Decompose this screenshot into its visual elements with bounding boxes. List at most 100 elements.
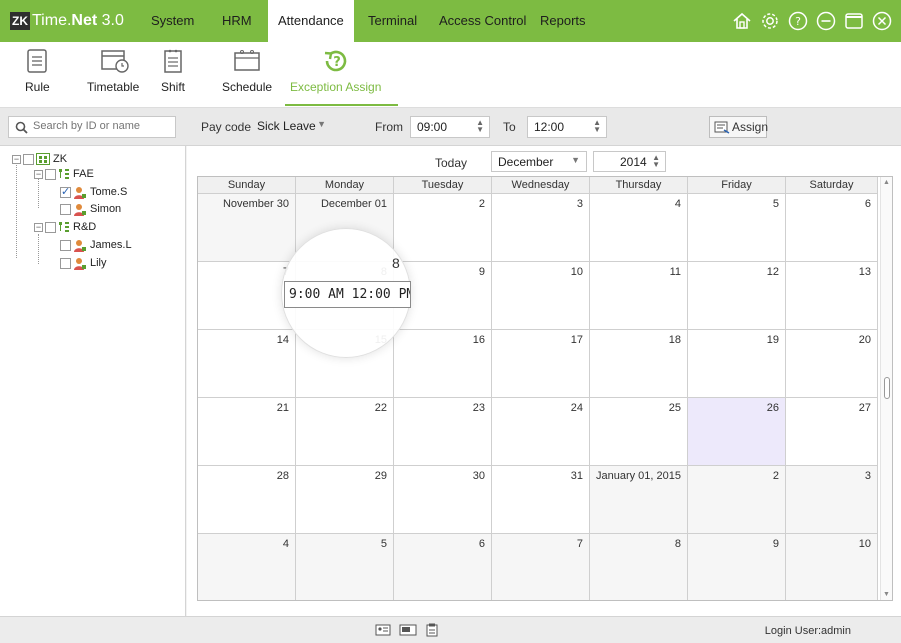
schedule-button[interactable]: Schedule [222, 48, 272, 94]
from-spinner-icon[interactable]: ▲ ▼ [476, 119, 484, 134]
tree-checkbox[interactable] [45, 168, 56, 180]
calendar-day-cell[interactable]: November 30 [198, 194, 296, 262]
assign-button[interactable]: Assign [709, 116, 768, 138]
menu-system[interactable]: System [141, 0, 204, 42]
tree-checkbox-checked[interactable] [60, 185, 71, 198]
calendar-day-cell[interactable]: 29 [296, 466, 394, 534]
calendar-day-cell[interactable]: 4 [198, 534, 296, 600]
calendar-day-cell[interactable]: 4 [590, 194, 688, 262]
calendar-day-cell[interactable]: 6 [786, 194, 878, 262]
scroll-down-icon[interactable]: ▼ [883, 591, 890, 598]
toolbar: Rule Timetable Shift Schedule ? Exceptio… [0, 42, 901, 108]
calendar-day-cell[interactable]: 7 [492, 534, 590, 600]
calendar-day-cell[interactable]: 23 [394, 398, 492, 466]
calendar-day-cell[interactable]: 9 [688, 534, 786, 600]
paycode-select[interactable]: Sick Leave ▼ [254, 116, 332, 138]
calendar-day-cell[interactable]: 13 [786, 262, 878, 330]
scroll-up-icon[interactable]: ▲ [883, 179, 890, 186]
gear-icon[interactable] [759, 10, 781, 32]
rule-label: Rule [25, 80, 50, 94]
tree-checkbox[interactable] [45, 221, 56, 233]
calendar-day-cell[interactable]: January 01, 2015 [590, 466, 688, 534]
tree-node-fae[interactable]: − FAE [34, 166, 94, 182]
calendar-day-cell[interactable]: 2 [688, 466, 786, 534]
calendar-day-cell[interactable]: 3 [492, 194, 590, 262]
close-icon[interactable] [871, 10, 893, 32]
calendar-day-number: 8 [674, 538, 681, 550]
calendar-scrollbar[interactable]: ▲ ▼ [880, 177, 892, 600]
tree-node-zk[interactable]: − ZK [12, 151, 67, 167]
rule-button[interactable]: Rule [25, 48, 50, 94]
calendar-day-cell[interactable]: 22 [296, 398, 394, 466]
tree-checkbox[interactable] [60, 203, 71, 215]
tree-node-tome-s[interactable]: Tome.S [60, 184, 127, 200]
calendar-day-cell[interactable]: 26 [688, 398, 786, 466]
calendar-day-cell[interactable]: 16 [394, 330, 492, 398]
calendar-day-cell[interactable]: 11 [590, 262, 688, 330]
calendar-day-cell[interactable]: 10 [786, 534, 878, 600]
tree-node-lily[interactable]: Lily [60, 255, 107, 271]
schedule-entry-chip[interactable]: 9:00 AM 12:00 PM [284, 281, 411, 308]
menu-hrm[interactable]: HRM [212, 0, 262, 42]
calendar-day-number: 9 [772, 538, 779, 550]
calendar-day-cell[interactable]: 2 [394, 194, 492, 262]
calendar-day-cell[interactable]: 28 [198, 466, 296, 534]
minimize-icon[interactable] [815, 10, 837, 32]
clipboard-icon[interactable] [425, 623, 439, 637]
to-spinner-icon[interactable]: ▲ ▼ [593, 119, 601, 134]
tree-checkbox[interactable] [60, 257, 71, 269]
collapse-icon[interactable]: − [12, 154, 21, 164]
calendar-day-cell[interactable]: 21 [198, 398, 296, 466]
calendar-day-cell[interactable]: 31 [492, 466, 590, 534]
year-input[interactable]: 2014 ▲ ▼ [593, 151, 666, 172]
calendar-day-cell[interactable]: 20 [786, 330, 878, 398]
calendar-day-cell[interactable]: 25 [590, 398, 688, 466]
calendar-day-cell[interactable]: 30 [394, 466, 492, 534]
year-spinner-icon[interactable]: ▲ ▼ [652, 154, 660, 169]
menu-attendance[interactable]: Attendance [268, 0, 354, 43]
menu-terminal[interactable]: Terminal [358, 0, 427, 42]
day-header: Monday [296, 177, 394, 194]
tree-checkbox[interactable] [60, 239, 71, 251]
calendar-day-cell[interactable]: 10 [492, 262, 590, 330]
search-box[interactable] [8, 116, 176, 138]
calendar-day-cell[interactable]: 24 [492, 398, 590, 466]
tree-label-tome-s: Tome.S [90, 186, 128, 198]
scroll-thumb[interactable] [884, 377, 890, 399]
tree-node-rd[interactable]: − R&D [34, 219, 96, 235]
calendar-day-cell[interactable]: 3 [786, 466, 878, 534]
today-button[interactable]: Today [435, 156, 467, 170]
id-card-icon[interactable] [375, 623, 391, 637]
from-time-input[interactable]: 09:00 ▲ ▼ [410, 116, 490, 138]
shift-icon [164, 49, 182, 73]
calendar-day-cell[interactable]: 19 [688, 330, 786, 398]
shift-button[interactable]: Shift [161, 48, 185, 94]
calendar-day-number: 17 [570, 334, 583, 346]
calendar-day-cell[interactable]: 6 [394, 534, 492, 600]
calendar-day-cell[interactable]: 5 [296, 534, 394, 600]
calendar-day-cell[interactable]: 8 [590, 534, 688, 600]
calendar-day-cell[interactable]: 17 [492, 330, 590, 398]
tree-node-james-l[interactable]: James.L [60, 237, 132, 253]
timetable-button[interactable]: Timetable [87, 48, 139, 94]
search-input[interactable] [33, 120, 171, 132]
calendar-day-cell[interactable]: 14 [198, 330, 296, 398]
menu-reports[interactable]: Reports [530, 0, 596, 42]
tree-node-simon[interactable]: Simon [60, 201, 121, 217]
home-icon[interactable] [731, 10, 753, 32]
calendar-day-cell[interactable]: 27 [786, 398, 878, 466]
exception-assign-button[interactable]: ? Exception Assign [290, 48, 381, 94]
maximize-icon[interactable] [843, 10, 865, 32]
calendar-day-cell[interactable]: 5 [688, 194, 786, 262]
calendar-day-cell[interactable]: 18 [590, 330, 688, 398]
help-icon[interactable]: ? [787, 10, 809, 32]
collapse-icon[interactable]: − [34, 222, 43, 232]
tree-checkbox[interactable] [23, 153, 34, 165]
collapse-icon[interactable]: − [34, 169, 43, 179]
calendar-day-number: 28 [276, 470, 289, 482]
month-select[interactable]: December ▼ [491, 151, 587, 172]
calendar-day-cell[interactable]: 12 [688, 262, 786, 330]
to-time-input[interactable]: 12:00 ▲ ▼ [527, 116, 607, 138]
menu-access-control[interactable]: Access Control [429, 0, 536, 42]
device-icon[interactable] [399, 623, 417, 637]
